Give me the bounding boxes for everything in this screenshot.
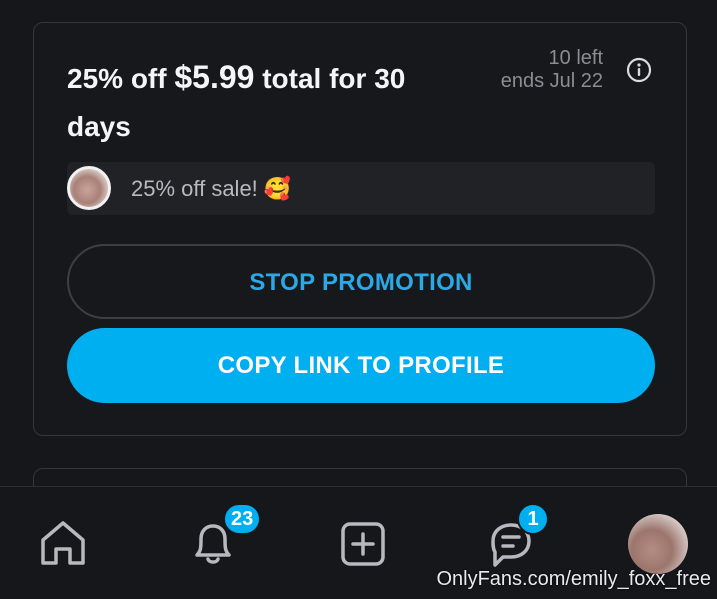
promotion-card: 25% off $5.99 total for 30 days 10 left … (33, 22, 687, 436)
profile-avatar[interactable] (628, 514, 688, 574)
stop-promotion-button[interactable]: STOP PROMOTION (67, 244, 655, 319)
promotion-message: 25% off sale! 🥰 (67, 162, 655, 215)
notifications-badge: 23 (223, 503, 262, 535)
promotion-meta: 10 left ends Jul 22 (501, 47, 603, 93)
watermark: OnlyFans.com/emily_foxx_free (436, 568, 711, 590)
end-date: ends Jul 22 (500, 70, 603, 92)
message-text: 25% off sale! 🥰 (131, 176, 292, 201)
home-icon[interactable] (37, 516, 89, 568)
left-count: 10 left (548, 47, 603, 69)
info-icon[interactable] (626, 57, 652, 83)
bottom-nav: 23 1 OnlyFans.com/emily_foxx_free (0, 486, 717, 599)
title-prefix: 25% off (67, 63, 175, 94)
promotion-price: $5.99 (174, 59, 255, 95)
promotion-title: 25% off $5.99 total for 30 days (67, 53, 467, 151)
copy-link-button[interactable]: COPY LINK TO PROFILE (67, 328, 655, 403)
avatar (67, 166, 111, 210)
messages-badge: 1 (517, 503, 549, 535)
add-post-icon[interactable] (337, 518, 389, 570)
